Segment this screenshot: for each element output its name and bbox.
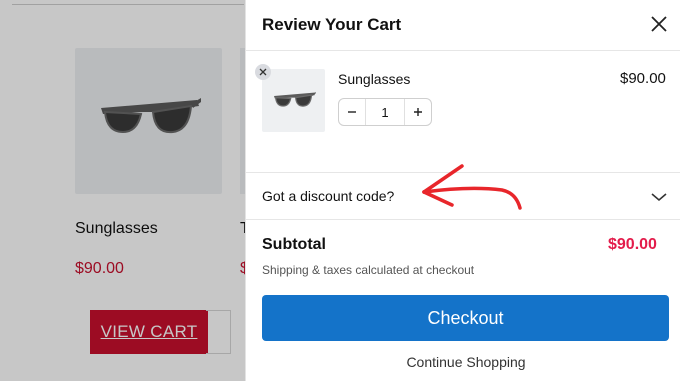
minus-icon xyxy=(348,111,356,113)
cart-item-image[interactable] xyxy=(262,69,325,132)
chevron-down-icon xyxy=(651,193,667,202)
discount-code-label: Got a discount code? xyxy=(262,188,395,204)
cart-item-price: $90.00 xyxy=(620,70,666,87)
close-icon xyxy=(651,16,667,32)
plus-icon xyxy=(414,108,422,116)
sunglasses-icon xyxy=(274,91,316,107)
shipping-note: Shipping & taxes calculated at checkout xyxy=(262,263,475,277)
modal-overlay[interactable] xyxy=(0,0,245,381)
cart-drawer: Review Your Cart Sunglasses $90.00 1 Got… xyxy=(245,0,680,381)
increase-quantity-button[interactable] xyxy=(405,99,431,125)
cart-title: Review Your Cart xyxy=(262,15,402,34)
remove-item-icon xyxy=(259,68,267,76)
cart-header: Review Your Cart xyxy=(246,0,680,51)
continue-shopping-link[interactable]: Continue Shopping xyxy=(246,354,680,370)
subtotal-label: Subtotal xyxy=(262,236,326,253)
quantity-input[interactable]: 1 xyxy=(365,99,405,125)
decrease-quantity-button[interactable] xyxy=(339,99,365,125)
close-button[interactable] xyxy=(648,13,670,35)
remove-item-button[interactable] xyxy=(255,64,271,80)
discount-code-toggle[interactable]: Got a discount code? xyxy=(246,172,680,220)
checkout-button[interactable]: Checkout xyxy=(262,295,669,341)
quantity-stepper: 1 xyxy=(338,98,432,126)
cart-item-name[interactable]: Sunglasses xyxy=(338,71,410,87)
subtotal-value: $90.00 xyxy=(608,236,657,253)
